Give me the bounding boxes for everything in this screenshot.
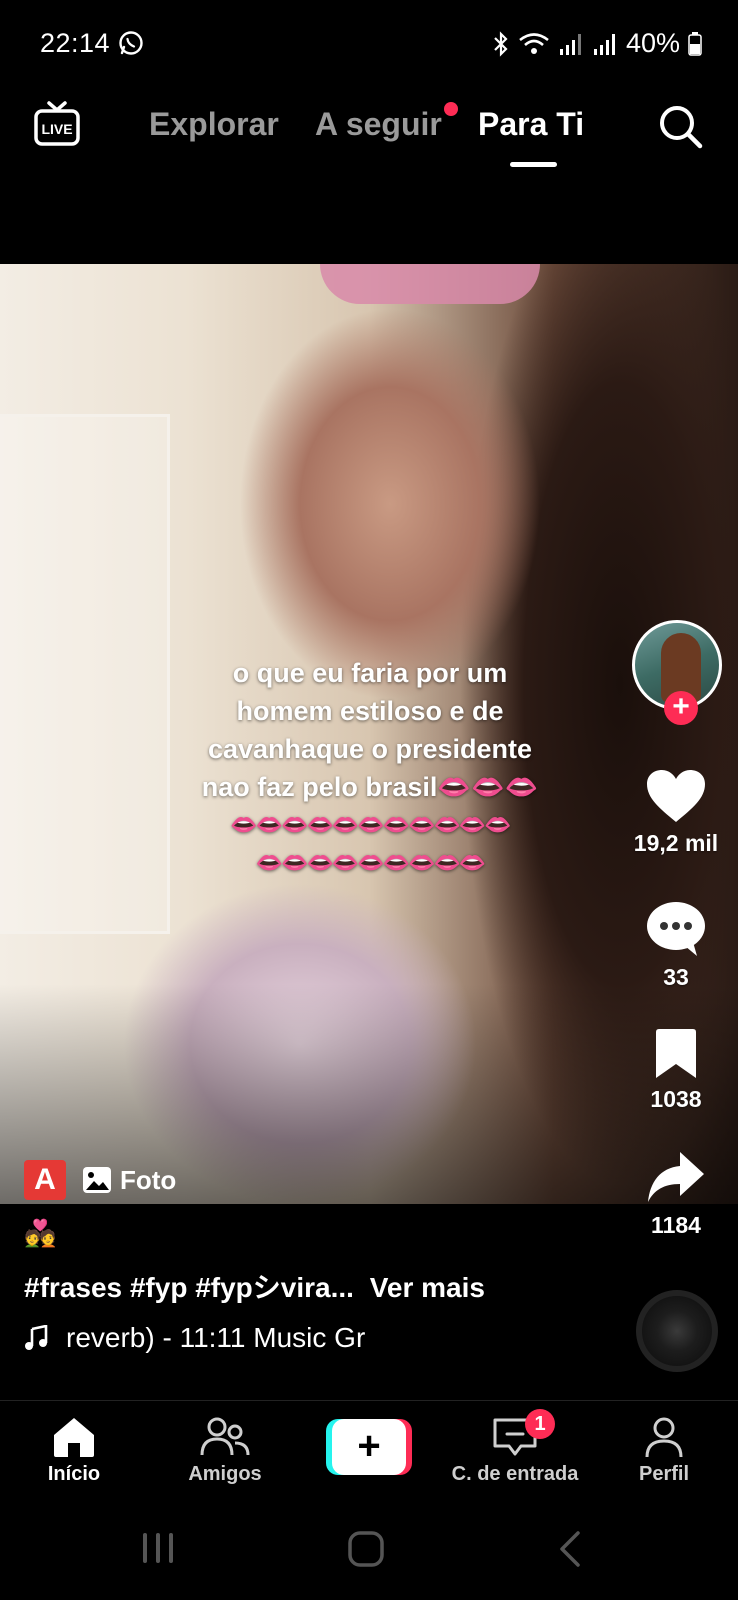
friends-icon bbox=[200, 1417, 250, 1456]
nav-home-label: Início bbox=[47, 1463, 101, 1485]
see-more-link[interactable]: Ver mais bbox=[370, 1272, 485, 1303]
photo-label-text: Foto bbox=[120, 1164, 177, 1195]
battery-icon bbox=[688, 31, 702, 56]
battery-percent: 40% bbox=[625, 28, 680, 58]
video-caption-overlay: o que eu faria por um homem estiloso e d… bbox=[150, 654, 590, 882]
share-icon bbox=[648, 1152, 704, 1202]
home-system-icon[interactable] bbox=[347, 1530, 385, 1568]
music-disc[interactable] bbox=[636, 1290, 718, 1372]
caption-line: 👄👄👄👄👄👄👄👄👄 bbox=[255, 850, 487, 875]
bookmark-icon bbox=[656, 1029, 696, 1078]
share-count: 1184 bbox=[651, 1212, 701, 1238]
photo-label[interactable]: Foto bbox=[82, 1165, 176, 1196]
caption-line: 👄👄👄👄👄👄👄👄👄👄👄 bbox=[230, 812, 511, 837]
tab-explorar[interactable]: Explorar bbox=[149, 106, 279, 143]
bluetooth-icon bbox=[494, 30, 508, 57]
back-icon[interactable] bbox=[556, 1530, 584, 1568]
tab-para-ti[interactable]: Para Ti bbox=[478, 106, 584, 143]
tab-a-seguir[interactable]: A seguir bbox=[315, 106, 442, 143]
like-count: 19,2 mil bbox=[633, 830, 719, 856]
live-icon[interactable]: LIVE bbox=[32, 100, 82, 150]
background-door bbox=[0, 414, 170, 934]
photo-badges: A Foto bbox=[24, 1160, 176, 1200]
notification-dot bbox=[444, 102, 458, 116]
recent-apps-icon[interactable] bbox=[140, 1530, 176, 1566]
nav-inbox-label: C. de entrada bbox=[451, 1463, 579, 1485]
caption-line: o que eu faria por um bbox=[232, 658, 508, 688]
status-time: 22:14 bbox=[40, 28, 111, 58]
nav-profile-label: Perfil bbox=[638, 1463, 690, 1485]
comment-button[interactable]: 33 bbox=[624, 900, 728, 991]
status-bar: 22:14 40% bbox=[0, 0, 738, 88]
post-emoji: 💑 bbox=[24, 1218, 57, 1248]
caption-line: nao faz pelo brasil👄👄👄 bbox=[201, 772, 539, 802]
profile-icon bbox=[645, 1417, 683, 1458]
music-title: reverb) - 11:11 Music Gr bbox=[66, 1322, 366, 1353]
wifi-icon bbox=[519, 32, 549, 54]
photo-icon bbox=[83, 1167, 111, 1193]
follow-button[interactable]: + bbox=[664, 691, 698, 725]
hashtags-text: #frases #fyp #fypシvira... bbox=[24, 1272, 354, 1303]
active-tab-indicator bbox=[510, 162, 557, 167]
inbox-badge: 1 bbox=[525, 1409, 555, 1439]
whatsapp-icon bbox=[119, 31, 143, 55]
home-icon bbox=[54, 1418, 94, 1457]
caption-line: cavanhaque o presidente bbox=[207, 734, 533, 764]
badge-a: A bbox=[24, 1160, 66, 1200]
like-button[interactable]: 19,2 mil bbox=[624, 768, 728, 857]
bottom-nav: Início Amigos + 1 C. de entrada Perfil bbox=[0, 1400, 738, 1510]
save-button[interactable]: 1038 bbox=[624, 1028, 728, 1113]
post-description[interactable]: #frases #fyp #fypシvira... Ver mais bbox=[24, 1266, 485, 1306]
comment-count: 33 bbox=[663, 964, 689, 990]
signal-icon-2 bbox=[593, 33, 615, 55]
headband-shape bbox=[320, 264, 540, 304]
system-nav-bar bbox=[0, 1510, 738, 1600]
nav-profile[interactable]: Perfil bbox=[628, 1415, 700, 1486]
signal-icon-1 bbox=[559, 33, 581, 55]
music-note-icon bbox=[25, 1325, 48, 1350]
save-count: 1038 bbox=[650, 1086, 702, 1112]
heart-icon bbox=[647, 770, 705, 822]
top-nav: LIVE Explorar A seguir Para Ti bbox=[0, 96, 738, 176]
music-info[interactable]: reverb) - 11:11 Music Gr bbox=[24, 1322, 365, 1354]
create-button[interactable]: + bbox=[326, 1419, 412, 1475]
share-button[interactable]: 1184 bbox=[624, 1150, 728, 1239]
nav-home[interactable]: Início bbox=[36, 1415, 112, 1486]
inbox-icon-wrap: 1 bbox=[491, 1409, 555, 1459]
create-button-label: + bbox=[332, 1419, 406, 1475]
nav-inbox[interactable]: 1 C. de entrada bbox=[440, 1409, 590, 1486]
search-icon[interactable] bbox=[656, 102, 704, 150]
svg-text:LIVE: LIVE bbox=[41, 121, 72, 137]
status-icons: 40% bbox=[492, 28, 702, 59]
nav-friends-label: Amigos bbox=[188, 1463, 262, 1485]
caption-line: homem estiloso e de bbox=[236, 696, 504, 726]
nav-friends[interactable]: Amigos bbox=[180, 1415, 270, 1486]
comment-icon bbox=[647, 902, 705, 956]
